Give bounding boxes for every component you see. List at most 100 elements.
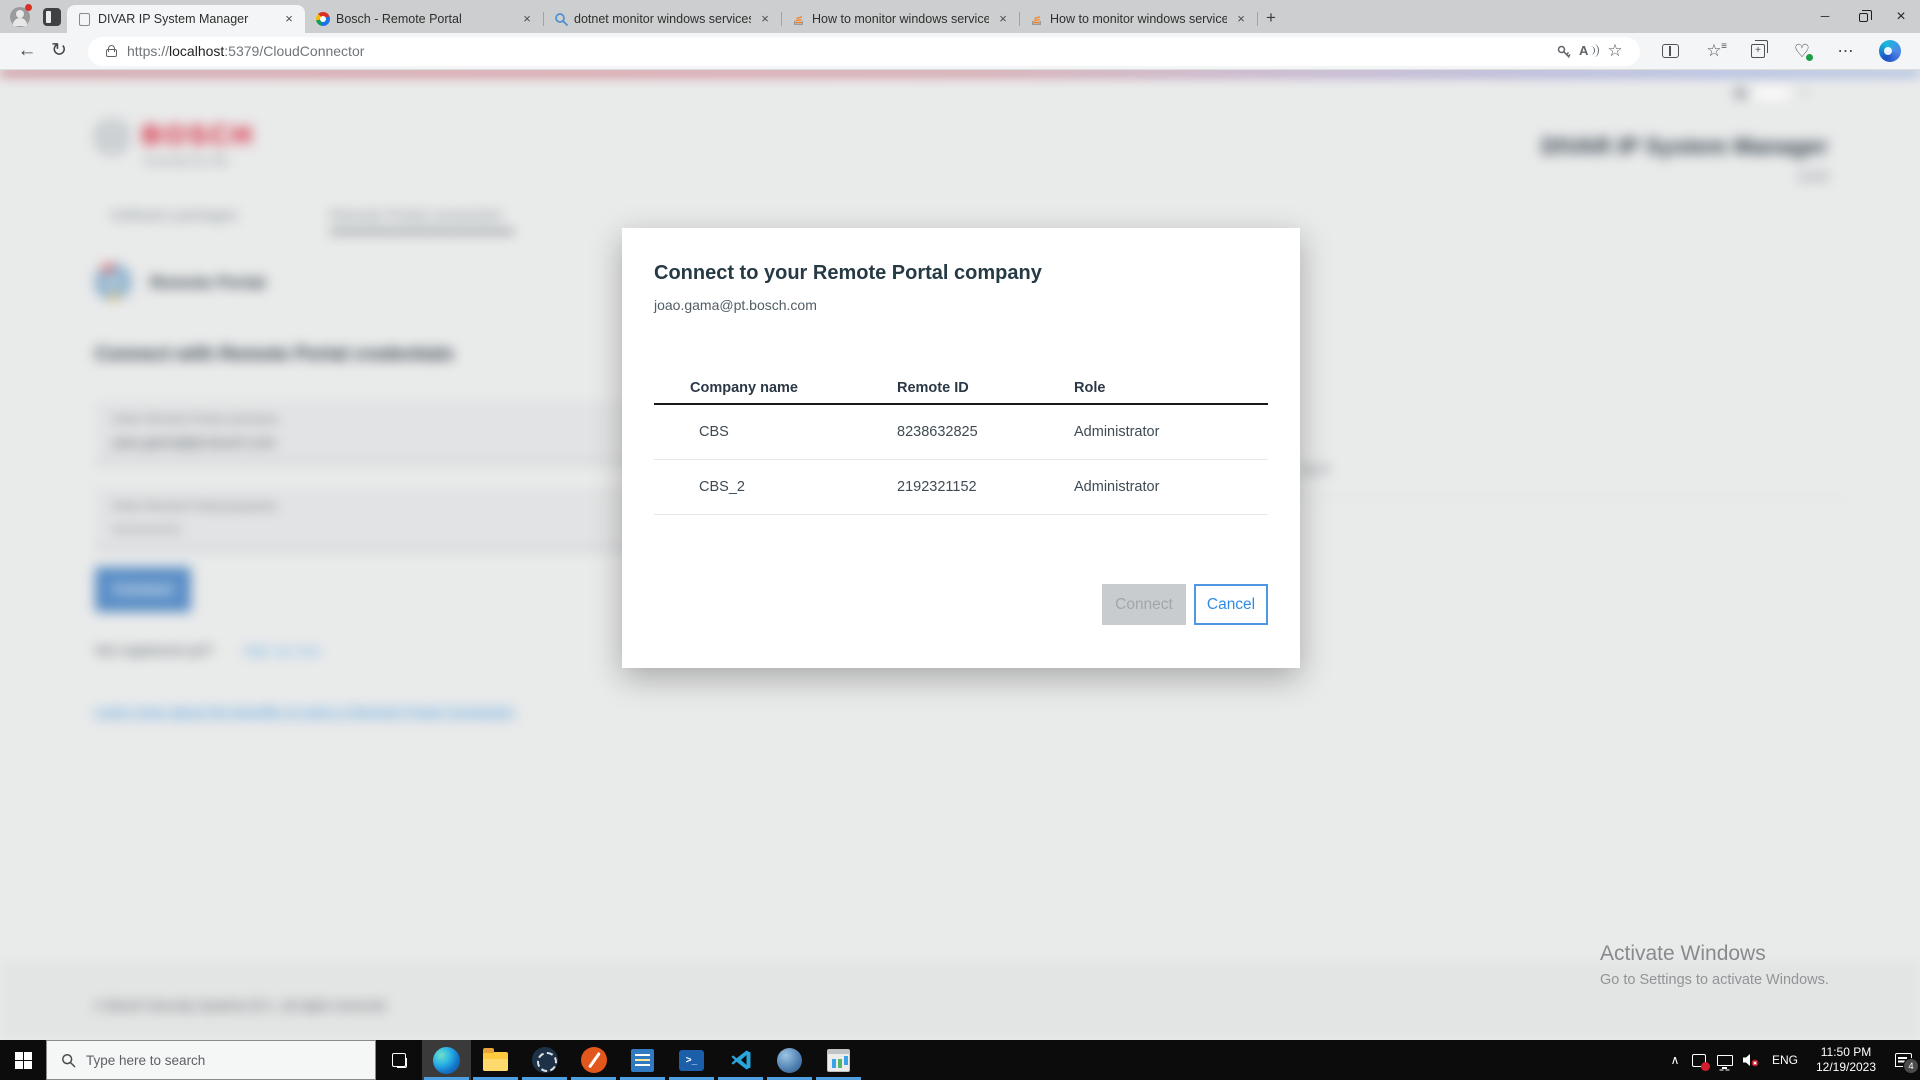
action-center-button[interactable]: 4 bbox=[1886, 1040, 1920, 1080]
tab-stackoverflow-1[interactable]: How to monitor windows service × bbox=[781, 5, 1019, 33]
page-header-close-icon[interactable]: × bbox=[1801, 84, 1809, 99]
tray-chevron-icon[interactable]: ∧ bbox=[1664, 1053, 1686, 1067]
tray-app-update-icon[interactable] bbox=[1686, 1040, 1712, 1080]
back-button[interactable]: ← bbox=[12, 36, 42, 66]
clock[interactable]: 11:50 PM 12/19/2023 bbox=[1806, 1045, 1886, 1075]
task-view-button[interactable] bbox=[376, 1040, 422, 1080]
company-row-cbs2[interactable]: CBS_2 2192321152 Administrator bbox=[654, 460, 1268, 515]
tab-close-icon[interactable]: × bbox=[519, 11, 535, 27]
nav-tab-remote-portal-connection[interactable]: Remote Portal connection bbox=[330, 207, 503, 224]
favorites-icon[interactable]: ☆ ≡ bbox=[1700, 37, 1728, 65]
notification-badge: 4 bbox=[1903, 1058, 1919, 1074]
tab-close-icon[interactable]: × bbox=[995, 11, 1011, 27]
password-value: •••••••••• bbox=[113, 521, 183, 537]
active-tab-underline bbox=[330, 230, 514, 233]
taskbar-app-dark[interactable] bbox=[520, 1040, 569, 1080]
favorite-star-icon[interactable]: ☆ bbox=[1602, 38, 1628, 64]
username-field[interactable]: Enter Remote Portal username joao.gama@p… bbox=[95, 401, 641, 463]
password-field[interactable]: Enter Remote Portal password •••••••••• bbox=[95, 488, 641, 550]
tab-close-icon[interactable]: × bbox=[281, 11, 297, 27]
tab-title: dotnet monitor windows services bbox=[574, 12, 751, 26]
address-bar[interactable]: https://localhost:5379/CloudConnector A … bbox=[88, 36, 1640, 66]
lock-icon[interactable] bbox=[106, 45, 117, 57]
taskbar-file-explorer[interactable] bbox=[471, 1040, 520, 1080]
cell-company-name: CBS bbox=[699, 424, 729, 440]
taskbar-app-orange[interactable] bbox=[569, 1040, 618, 1080]
tab-close-icon[interactable]: × bbox=[1233, 11, 1249, 27]
cell-company-name: CBS_2 bbox=[699, 479, 745, 495]
tab-title: How to monitor windows service bbox=[812, 12, 989, 26]
profile-notification-dot bbox=[25, 4, 32, 11]
taskbar-edge[interactable] bbox=[422, 1040, 471, 1080]
browser-profile-avatar[interactable] bbox=[10, 4, 32, 27]
volume-muted-icon[interactable] bbox=[1738, 1040, 1764, 1080]
taskbar: Type here to search >_ ∧ ENG 11:50 PM 12… bbox=[0, 1040, 1920, 1080]
cell-remote-id: 8238632825 bbox=[897, 424, 978, 440]
bosch-logo-icon bbox=[93, 118, 131, 161]
cell-remote-id: 2192321152 bbox=[897, 479, 977, 495]
search-favicon-icon bbox=[553, 12, 568, 27]
search-placeholder: Type here to search bbox=[86, 1052, 206, 1068]
close-window-button[interactable]: × bbox=[1882, 0, 1920, 33]
page-app-title: DIVAR IP System Manager bbox=[1541, 133, 1828, 159]
dialog-cancel-button[interactable]: Cancel bbox=[1194, 584, 1268, 625]
dialog-actions: Connect Cancel bbox=[654, 584, 1268, 625]
document-favicon-icon bbox=[77, 12, 92, 27]
tab-title: DIVAR IP System Manager bbox=[98, 12, 249, 26]
page-header-help-icon[interactable] bbox=[1735, 88, 1746, 99]
tab-stackoverflow-2[interactable]: How to monitor windows service × bbox=[1019, 5, 1257, 33]
tab-bosch-remote-portal[interactable]: Bosch - Remote Portal × bbox=[305, 5, 543, 33]
split-screen-icon[interactable] bbox=[1656, 37, 1684, 65]
restore-button[interactable] bbox=[1844, 0, 1882, 33]
tab-dotnet-monitor-search[interactable]: dotnet monitor windows services × bbox=[543, 5, 781, 33]
taskbar-search[interactable]: Type here to search bbox=[46, 1040, 376, 1080]
read-aloud-icon[interactable]: A bbox=[1576, 38, 1602, 64]
bosch-tagline: Invented for life bbox=[143, 154, 229, 168]
cropped-text-fragment: ng in bbox=[1300, 460, 1331, 476]
dialog-connect-button[interactable]: Connect bbox=[1102, 584, 1186, 625]
new-tab-button[interactable]: + bbox=[1257, 5, 1285, 33]
activate-windows-watermark: Activate Windows Go to Settings to activ… bbox=[1600, 942, 1829, 988]
taskbar-task-manager[interactable] bbox=[814, 1040, 863, 1080]
minimize-button[interactable]: ─ bbox=[1806, 0, 1844, 33]
company-row-cbs[interactable]: CBS 8238632825 Administrator bbox=[654, 405, 1268, 460]
vscode-icon bbox=[730, 1050, 750, 1070]
orange-circle-app-icon bbox=[580, 1047, 607, 1073]
bosch-supergraphic-bar bbox=[0, 70, 1920, 75]
nav-tab-software-packages[interactable]: Software packages bbox=[110, 207, 238, 224]
start-button[interactable] bbox=[0, 1040, 46, 1080]
settings-more-icon[interactable]: ⋯ bbox=[1832, 37, 1860, 65]
username-value: joao.gama@pt.bosch.com bbox=[113, 434, 276, 450]
remote-portal-icon bbox=[95, 264, 131, 300]
language-indicator[interactable]: ENG bbox=[1764, 1053, 1806, 1067]
browser-tab-strip: DIVAR IP System Manager × Bosch - Remote… bbox=[0, 0, 1920, 33]
page-connect-button[interactable]: Connect bbox=[95, 567, 191, 612]
sphere-app-icon bbox=[777, 1047, 802, 1073]
copyright-text: © Bosch Security Systems B.V., all right… bbox=[95, 998, 386, 1013]
sign-up-link[interactable]: Sign up now bbox=[243, 642, 320, 658]
taskbar-powershell[interactable]: >_ bbox=[667, 1040, 716, 1080]
learn-more-link[interactable]: Learn more about the benefits of using a… bbox=[95, 703, 514, 719]
windows-logo-icon bbox=[14, 1051, 32, 1069]
password-key-icon[interactable] bbox=[1550, 38, 1576, 64]
bosch-portal-favicon-icon bbox=[315, 12, 330, 27]
header-role: Role bbox=[1074, 380, 1106, 396]
header-company-name: Company name bbox=[690, 380, 798, 396]
header-remote-id: Remote ID bbox=[897, 380, 969, 396]
taskbar-app-sphere[interactable] bbox=[765, 1040, 814, 1080]
browser-essentials-icon[interactable]: ♡ bbox=[1788, 37, 1816, 65]
copilot-icon[interactable] bbox=[1876, 37, 1904, 65]
task-view-icon bbox=[392, 1053, 407, 1068]
taskbar-app-viewer[interactable] bbox=[618, 1040, 667, 1080]
network-icon[interactable] bbox=[1712, 1040, 1738, 1080]
section-divider bbox=[1290, 498, 1846, 499]
company-table: Company name Remote ID Role CBS 82386328… bbox=[654, 373, 1268, 515]
watermark-line1: Activate Windows bbox=[1600, 942, 1766, 965]
tab-divar-ip-system-manager[interactable]: DIVAR IP System Manager × bbox=[67, 5, 305, 33]
workspaces-icon[interactable] bbox=[43, 8, 61, 26]
refresh-button[interactable]: ↻ bbox=[44, 36, 74, 66]
taskbar-vscode[interactable] bbox=[716, 1040, 765, 1080]
page-header-language-pill[interactable] bbox=[1752, 86, 1792, 101]
collections-icon[interactable]: + bbox=[1744, 37, 1772, 65]
tab-close-icon[interactable]: × bbox=[757, 11, 773, 27]
